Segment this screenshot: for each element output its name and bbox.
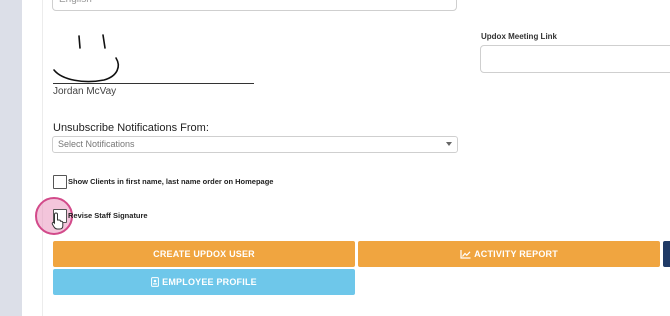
create-updox-user-label: CREATE UPDOX USER xyxy=(153,249,255,259)
signature-line xyxy=(53,83,254,84)
left-rail xyxy=(0,0,22,316)
partial-dark-button[interactable] xyxy=(663,241,670,267)
updox-meeting-link-input[interactable] xyxy=(480,45,670,73)
updox-meeting-link-label: Updox Meeting Link xyxy=(481,32,557,41)
language-field[interactable]: English xyxy=(52,0,457,11)
revise-staff-signature-label: Revise Staff Signature xyxy=(68,211,148,220)
signature-drawing xyxy=(53,34,120,83)
employee-profile-label: EMPLOYEE PROFILE xyxy=(162,277,257,287)
show-clients-order-checkbox[interactable] xyxy=(53,175,67,189)
activity-report-label: ACTIVITY REPORT xyxy=(474,249,558,259)
notifications-select[interactable]: Select Notifications xyxy=(52,136,458,153)
signature-name: Jordan McVay xyxy=(53,86,117,97)
create-updox-user-button[interactable]: CREATE UPDOX USER xyxy=(53,241,355,267)
content-gutter xyxy=(22,0,43,316)
notifications-select-placeholder: Select Notifications xyxy=(58,139,135,149)
employee-profile-button[interactable]: EMPLOYEE PROFILE xyxy=(53,269,355,295)
unsubscribe-notifications-label: Unsubscribe Notifications From: xyxy=(53,122,209,134)
activity-report-button[interactable]: ACTIVITY REPORT xyxy=(358,241,660,267)
caret-down-icon xyxy=(446,142,452,146)
line-chart-icon xyxy=(460,249,471,259)
hand-pointer-icon xyxy=(51,212,64,230)
id-badge-icon xyxy=(151,277,160,287)
show-clients-order-label: Show Clients in first name, last name or… xyxy=(68,177,274,186)
